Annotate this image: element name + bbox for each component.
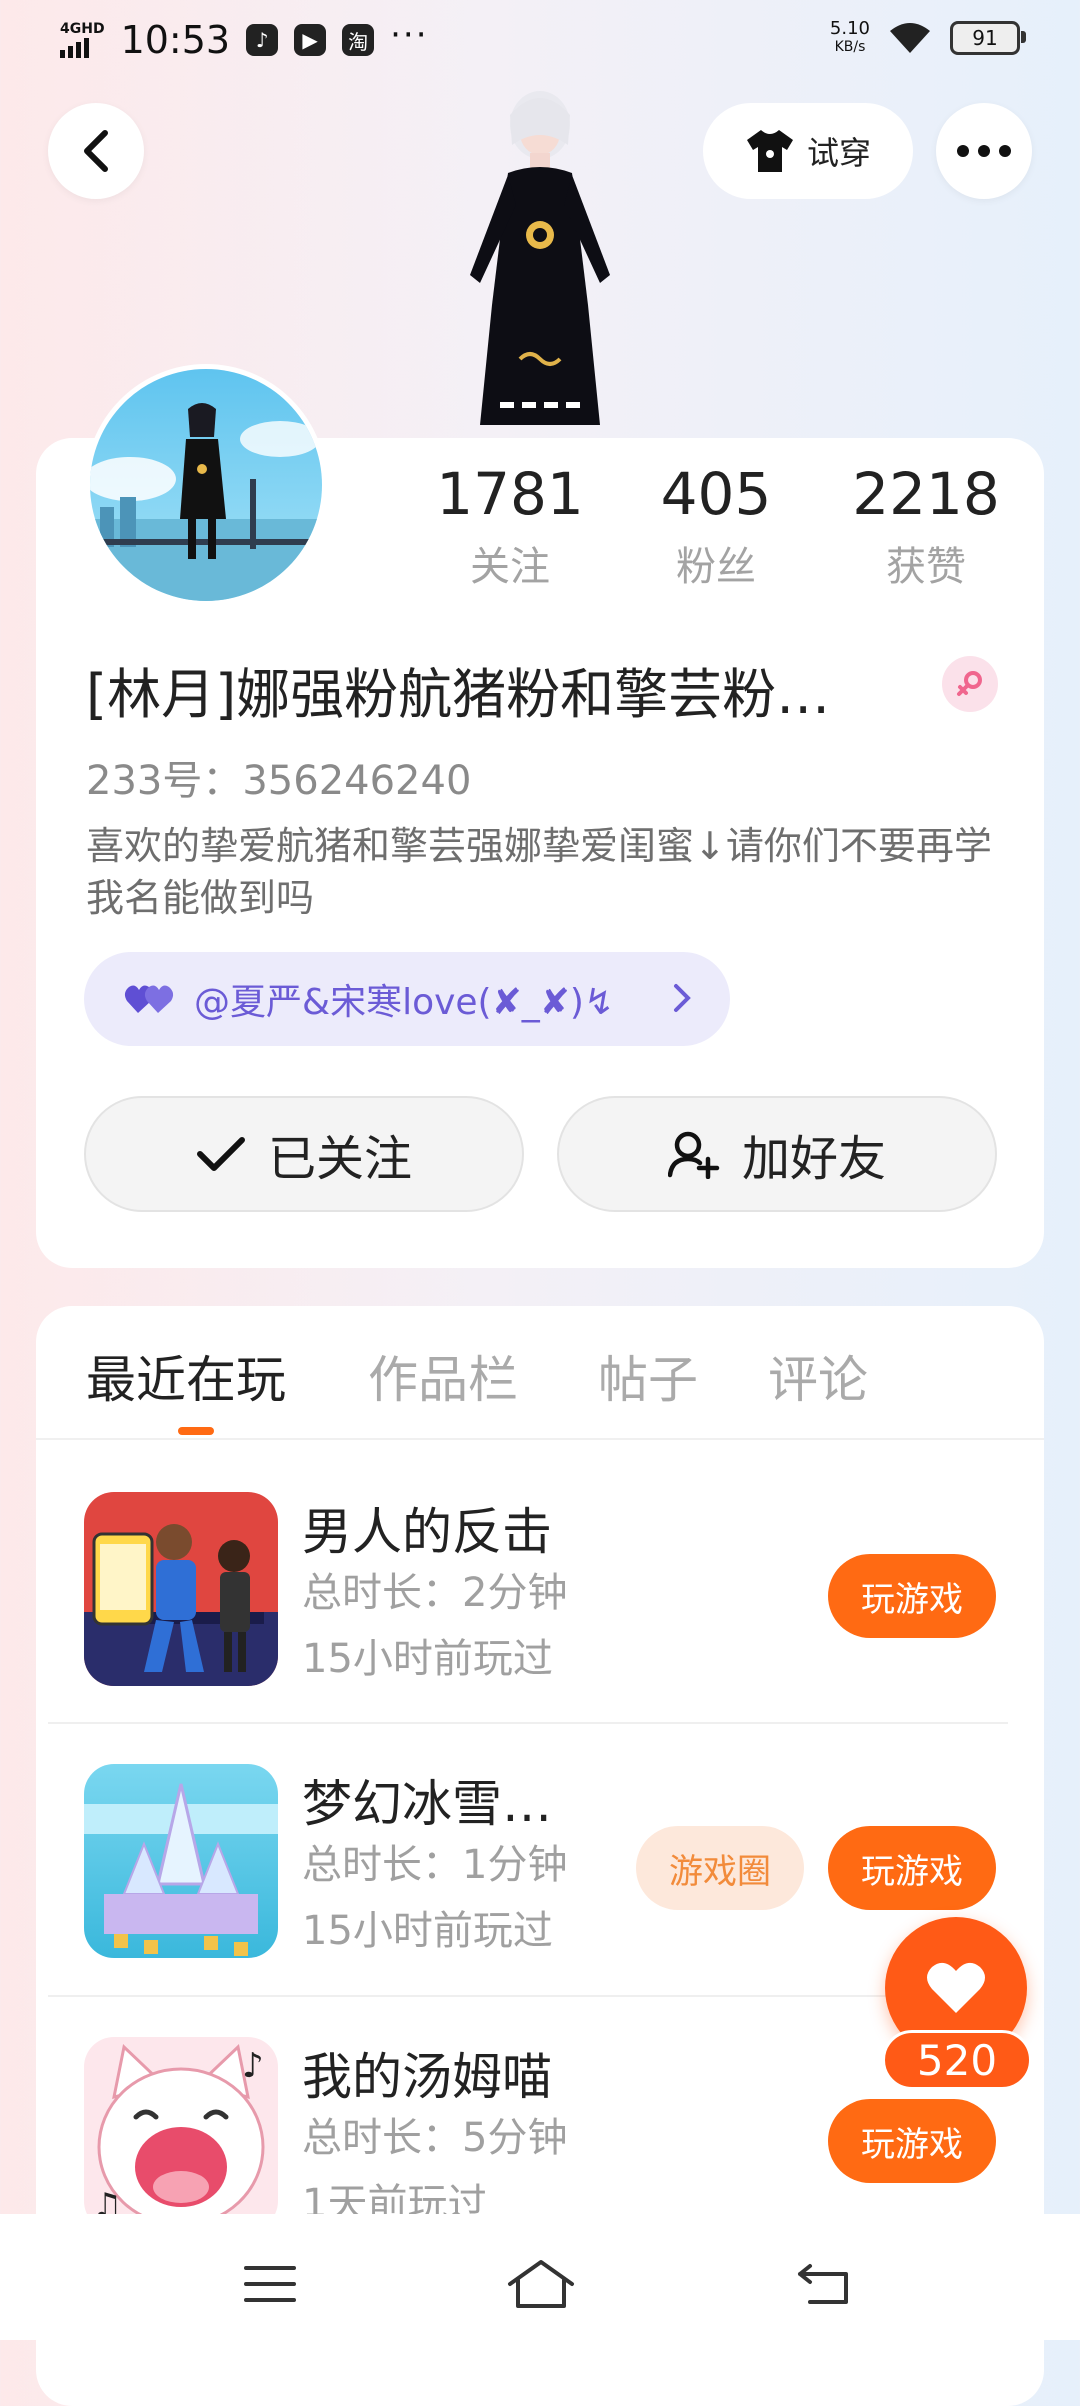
cp-label: @夏严&宋寒love(✘_✘)↯ [194, 982, 615, 1023]
tab-divider [36, 1438, 1044, 1440]
more-notifications: ··· [390, 15, 429, 55]
add-friend-button[interactable]: 加好友 [557, 1096, 997, 1212]
stat-fans[interactable]: 405 粉丝 [626, 460, 806, 592]
game-last-played: 15小时前玩过 [302, 1636, 553, 1682]
likes-label: 获赞 [886, 544, 966, 590]
play-game-button[interactable]: 玩游戏 [828, 2099, 996, 2183]
status-left: 4GHD 10:53 ♪ ▶ 淘 ··· [60, 15, 429, 62]
try-on-button[interactable]: 试穿 [703, 103, 913, 199]
game-item[interactable]: 男人的反击 总时长：2分钟 15小时前玩过 玩游戏 [36, 1456, 1044, 1728]
tshirt-icon [746, 130, 793, 172]
fans-label: 粉丝 [676, 544, 756, 590]
game-last-played: 15小时前玩过 [302, 1908, 553, 1954]
status-bar: 4GHD 10:53 ♪ ▶ 淘 ··· 5.10 KB/s 91 [0, 0, 1080, 84]
tab-comments[interactable]: 评论 [768, 1340, 868, 1412]
game-duration: 总时长：5分钟 [302, 2115, 568, 2161]
back-button[interactable] [48, 103, 144, 199]
signal-icon [60, 38, 105, 58]
heart-icon [927, 1962, 985, 2013]
game-icon-tom-cat: ♪ ♫ [84, 2037, 278, 2231]
game-title: 我的汤姆喵 [302, 2048, 552, 2106]
menu-icon[interactable] [244, 2264, 296, 2304]
followed-label: 已关注 [267, 1131, 412, 1187]
more-dots-icon [957, 145, 1011, 157]
game-icon-ice-snow [84, 1764, 278, 1958]
avatar-image [90, 369, 322, 601]
cp-relationship-link[interactable]: @夏严&宋寒love(✘_✘)↯ [84, 952, 730, 1046]
play-game-button[interactable]: 玩游戏 [828, 1554, 996, 1638]
net-speed-value: 5.10 [829, 18, 870, 39]
douyin-icon: ♪ [246, 24, 279, 56]
taobao-icon: 淘 [342, 24, 375, 56]
following-label: 关注 [470, 544, 550, 590]
add-user-icon [667, 1131, 720, 1179]
wifi-icon [890, 23, 930, 53]
avatar[interactable] [85, 364, 327, 606]
nickname: [林月]娜强粉航猪粉和擎芸粉… [86, 663, 831, 726]
battery-indicator: 91 [950, 21, 1026, 55]
female-gender-icon [942, 656, 998, 712]
play-game-button[interactable]: 玩游戏 [828, 1826, 996, 1910]
game-circle-button[interactable]: 游戏圈 [636, 1826, 804, 1910]
stat-following[interactable]: 1781 关注 [420, 460, 600, 592]
game-title: 男人的反击 [302, 1503, 552, 1561]
back-nav-icon[interactable] [796, 2262, 852, 2306]
like-count-badge: 520 [882, 2030, 1032, 2090]
fans-count: 405 [660, 460, 772, 528]
game-duration: 总时长：2分钟 [302, 1570, 568, 1616]
home-icon[interactable] [506, 2258, 576, 2310]
network-type: 4GHD [60, 21, 105, 37]
clock: 10:53 [120, 18, 231, 62]
bio: 喜欢的挚爱航猪和擎芸强娜挚爱闺蜜↓请你们不要再学我名能做到吗 [86, 824, 992, 920]
chevron-right-icon [674, 984, 691, 1012]
more-options-button[interactable] [936, 103, 1032, 199]
row-divider [48, 1995, 1008, 1997]
net-speed-unit: KB/s [834, 39, 866, 55]
double-heart-icon [124, 985, 174, 1013]
back-arrow-icon [84, 130, 108, 172]
game-icon-fightback [84, 1492, 278, 1686]
net-speed: 5.10 KB/s [830, 20, 870, 56]
following-count: 1781 [436, 460, 584, 528]
tab-posts[interactable]: 帖子 [598, 1340, 698, 1412]
system-nav-bar [0, 2214, 1080, 2340]
add-friend-label: 加好友 [741, 1131, 886, 1187]
row-divider [48, 1722, 1008, 1724]
active-tab-indicator [178, 1427, 214, 1435]
avatar-character-figure[interactable] [440, 85, 640, 440]
stat-likes[interactable]: 2218 获赞 [836, 460, 1016, 592]
tab-works[interactable]: 作品栏 [368, 1340, 518, 1412]
status-right: 5.10 KB/s 91 [830, 20, 1026, 56]
user-id: 233号：356246240 [86, 758, 472, 804]
followed-button[interactable]: 已关注 [84, 1096, 524, 1212]
tab-recently-played[interactable]: 最近在玩 [86, 1340, 286, 1412]
try-on-label: 试穿 [806, 134, 871, 172]
checkmark-icon [196, 1137, 245, 1171]
character-illustration [470, 91, 610, 425]
game-duration: 总时长：1分钟 [302, 1842, 568, 1888]
video-icon: ▶ [294, 24, 327, 56]
likes-count: 2218 [852, 460, 1000, 528]
game-title: 梦幻冰雪… [302, 1775, 552, 1833]
svg-text:♪: ♪ [242, 2046, 264, 2086]
network-indicator: 4GHD [60, 22, 105, 58]
